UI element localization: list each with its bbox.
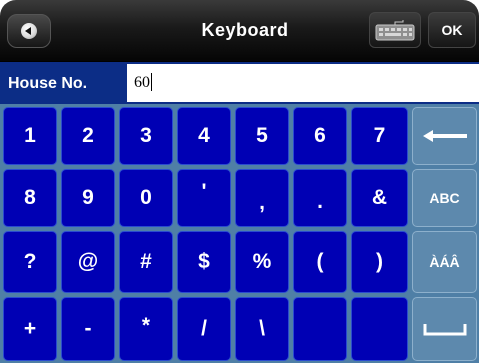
- key-2[interactable]: 2: [61, 107, 115, 165]
- key-7[interactable]: 7: [351, 107, 408, 165]
- key-percent[interactable]: %: [235, 231, 289, 293]
- backspace-arrow-icon: [422, 130, 467, 142]
- input-value: 60: [134, 74, 150, 91]
- space-key[interactable]: [412, 297, 477, 361]
- key-9[interactable]: 9: [61, 169, 115, 227]
- key-minus[interactable]: -: [61, 297, 115, 361]
- house-number-input[interactable]: 60: [127, 64, 479, 102]
- abc-key-label: ABC: [429, 190, 460, 206]
- key-close-paren[interactable]: ): [351, 231, 408, 293]
- backspace-key[interactable]: [412, 107, 477, 165]
- key-hash[interactable]: #: [119, 231, 173, 293]
- device-screen: Keyboard OK House No. 60 1 2 3 4 5 6 7 8…: [0, 0, 479, 363]
- on-screen-keyboard: 1 2 3 4 5 6 7 8 9 0 ' , . & ABC ? @ # $ …: [0, 104, 479, 363]
- key-ampersand[interactable]: &: [351, 169, 408, 227]
- key-8[interactable]: 8: [3, 169, 57, 227]
- key-6[interactable]: 6: [293, 107, 347, 165]
- key-open-paren[interactable]: (: [293, 231, 347, 293]
- page-title: Keyboard: [201, 20, 289, 40]
- abc-key[interactable]: ABC: [412, 169, 477, 227]
- keyboard-icon: [375, 20, 415, 41]
- accents-key-label: ÀÁÂ: [429, 254, 460, 270]
- key-slash[interactable]: /: [177, 297, 231, 361]
- key-5[interactable]: 5: [235, 107, 289, 165]
- accents-key[interactable]: ÀÁÂ: [412, 231, 477, 293]
- text-cursor: [151, 73, 152, 91]
- key-backslash[interactable]: \: [235, 297, 289, 361]
- key-blank-2[interactable]: [351, 297, 408, 361]
- key-blank-1[interactable]: [293, 297, 347, 361]
- key-at[interactable]: @: [61, 231, 115, 293]
- key-apostrophe[interactable]: ': [177, 169, 231, 227]
- keyboard-toggle-button[interactable]: [369, 12, 421, 48]
- key-asterisk[interactable]: *: [119, 297, 173, 361]
- key-period[interactable]: .: [293, 169, 347, 227]
- input-row: House No. 60: [0, 62, 479, 104]
- ok-button[interactable]: OK: [428, 12, 476, 48]
- key-dollar[interactable]: $: [177, 231, 231, 293]
- key-comma[interactable]: ,: [235, 169, 289, 227]
- key-1[interactable]: 1: [3, 107, 57, 165]
- key-0[interactable]: 0: [119, 169, 173, 227]
- key-4[interactable]: 4: [177, 107, 231, 165]
- field-label: House No.: [8, 75, 88, 92]
- back-button[interactable]: [7, 14, 51, 48]
- key-plus[interactable]: +: [3, 297, 57, 361]
- space-icon: [423, 324, 466, 336]
- back-arrow-icon: [21, 23, 37, 39]
- key-3[interactable]: 3: [119, 107, 173, 165]
- top-bar: Keyboard OK: [0, 0, 479, 62]
- key-question-mark[interactable]: ?: [3, 231, 57, 293]
